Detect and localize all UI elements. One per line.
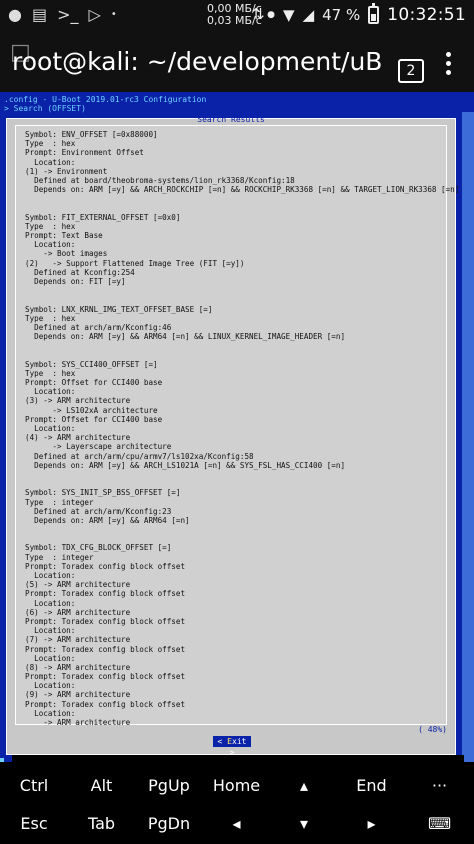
key-end[interactable]: End [338,766,405,806]
wifi-icon: ▼ [283,6,295,24]
dot-icon: ● [267,10,276,20]
keyboard-icon[interactable]: ⌨ [405,804,474,844]
scroll-percent: ( 48%) [418,725,447,734]
terminal-border [462,112,474,762]
session-title: root@kali: ~/development/uBoot- [12,47,382,76]
arrow-up-icon: ▴ [299,776,309,795]
sessions-button[interactable]: 2 [398,59,424,83]
battery-percent: 47 % [322,6,361,24]
key-more[interactable]: ··· [405,766,474,806]
terminal-prompt-icon: >_ [57,5,79,24]
config-title: .config - U-Boot 2019.01-rc3 Configurati… [4,95,207,104]
app-bar: □ root@kali: ~/development/uBoot- 2 [0,30,474,92]
key-up[interactable]: ▴ [270,766,338,806]
exit-rest: xit > [229,737,247,757]
key-alt[interactable]: Alt [68,766,135,806]
extra-keys-bar: Ctrl Alt PgUp Home ▴ End ··· Esc Tab PgD… [0,762,474,842]
chat-icon: ● [8,5,22,24]
battery-icon [368,3,380,24]
key-ctrl[interactable]: Ctrl [0,766,68,806]
key-left[interactable]: ◂ [203,804,270,844]
overflow-menu-icon[interactable] [446,52,452,82]
dialog-title: Search Results [197,115,265,124]
signal-icon: ◢ [302,6,315,24]
exit-button[interactable]: < Exit > [213,736,251,757]
search-breadcrumb: > Search (OFFSET) [4,104,86,113]
key-pgdn[interactable]: PgDn [135,804,203,844]
key-pgup[interactable]: PgUp [135,766,203,806]
clock: 10:32:51 [387,5,466,25]
key-tab[interactable]: Tab [68,804,135,844]
dot-icon: • [110,9,117,20]
key-down[interactable]: ▾ [270,804,338,844]
results-pane[interactable]: Symbol: ENV_OFFSET [=0x88000] Type : hex… [15,125,460,727]
data-arrows-icon: ⇅ [252,5,265,23]
key-right[interactable]: ▸ [338,804,405,844]
search-results-text: Symbol: ENV_OFFSET [=0x88000] Type : hex… [25,130,460,727]
key-home[interactable]: Home [203,766,270,806]
key-esc[interactable]: Esc [0,804,68,844]
status-bar: ● ▤ >_ ▷ • 0,00 МБ/с 0,03 МБ/с ⇅ ● ▼ ◢ 4… [0,0,474,30]
search-results-dialog: Search Results Symbol: ENV_OFFSET [=0x88… [6,115,460,757]
exit-left: < [217,737,228,746]
android-icon: ▤ [31,5,48,24]
play-icon: ▷ [88,5,101,24]
